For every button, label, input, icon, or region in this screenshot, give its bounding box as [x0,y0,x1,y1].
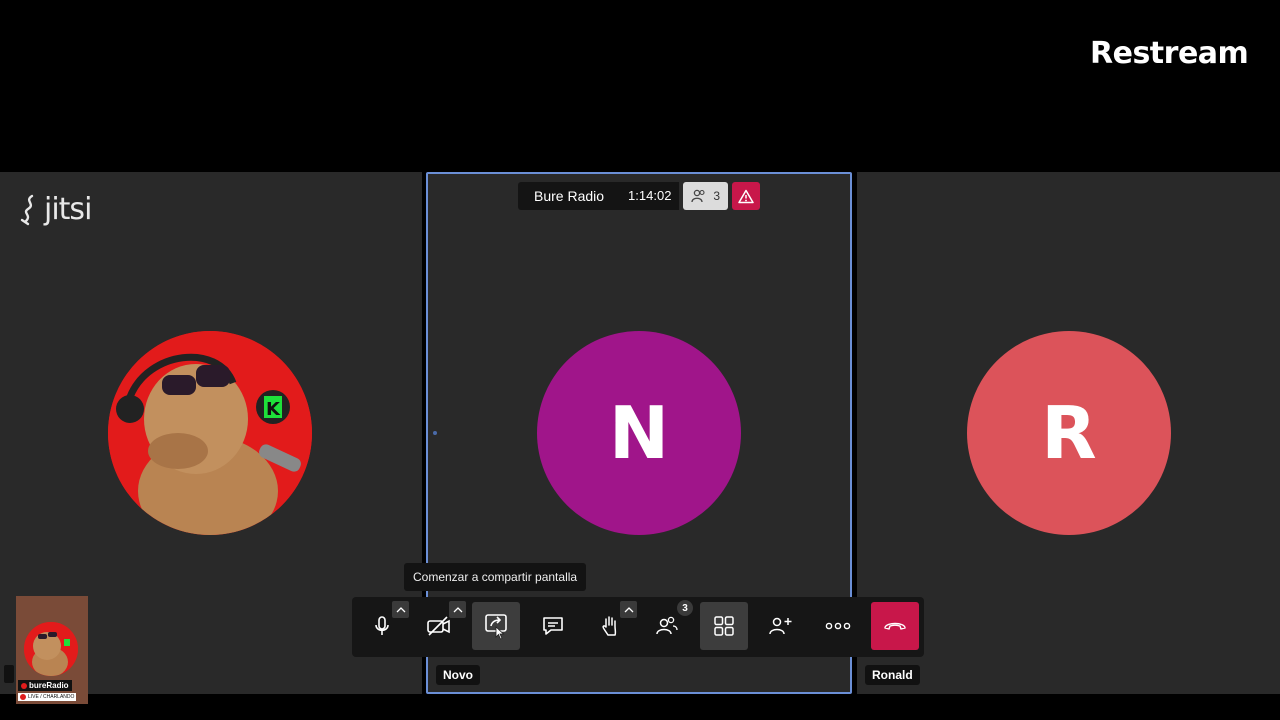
microphone-icon [375,616,389,635]
participant-name-label: Novo [436,665,480,685]
live-dot-icon [21,682,27,689]
live-dot-icon [20,694,26,700]
jitsi-logo: jitsi [18,192,92,227]
warning-icon [738,189,754,203]
camera-off-icon [427,616,450,636]
conference-info-bar: Bure Radio 1:14:02 3 [518,182,761,210]
pointer-dot [433,431,437,435]
overlay-channel-label: bureRadio [18,680,72,691]
share-screen-button[interactable] [472,602,520,650]
jitsi-swirl-icon [20,194,34,225]
restream-logo: Restream [1090,36,1249,71]
share-screen-tooltip: Comenzar a compartir pantalla [404,563,587,591]
hangup-icon [884,622,906,630]
participant-count-button[interactable]: 3 [683,182,729,210]
chat-button[interactable] [529,602,577,650]
overlay-live-text: LIVE / CHARLANDO [28,694,75,700]
svg-text:K: K [266,399,281,420]
overlay-avatar [24,622,78,676]
more-icon [825,622,851,630]
grid-icon [714,616,734,636]
overlay-live-label: LIVE / CHARLANDO [18,693,77,701]
participants-badge: 3 [677,600,693,616]
chevron-up-icon [453,607,462,613]
invite-button[interactable] [757,602,805,650]
alf-avatar-icon [24,622,78,676]
participant-count: 3 [713,189,721,203]
participants-icon [691,189,705,203]
conference-timer: 1:14:02 [620,182,680,210]
hangup-button[interactable] [871,602,919,650]
jitsi-logo-text: jitsi [44,192,92,227]
chevron-up-icon [624,607,633,613]
overlay-channel-name: bureRadio [29,681,69,690]
conference-name: Bure Radio [518,182,621,210]
participant-avatar-r: R [967,331,1171,535]
share-screen-icon [485,614,507,640]
microphone-options-caret[interactable] [392,601,409,618]
alert-button[interactable] [732,182,761,210]
participant-name-label-left [4,665,14,683]
reactions-options-caret[interactable] [620,601,637,618]
participant-avatar-n: N [537,331,741,535]
alf-avatar-icon: K [108,331,312,535]
participant-name-label: Ronald [865,665,920,685]
chat-icon [543,617,563,635]
camera-options-caret[interactable] [449,601,466,618]
participant-avatar-image: K [108,331,312,535]
participants-icon [656,616,678,635]
more-options-button[interactable] [814,602,862,650]
stream-overlay-thumbnail: bureRadio LIVE / CHARLANDO [16,596,88,704]
meeting-toolbar: 3 [352,597,924,657]
chevron-up-icon [396,607,405,613]
add-person-icon [769,617,792,635]
tile-view-button[interactable] [700,602,748,650]
hand-icon [602,616,617,636]
